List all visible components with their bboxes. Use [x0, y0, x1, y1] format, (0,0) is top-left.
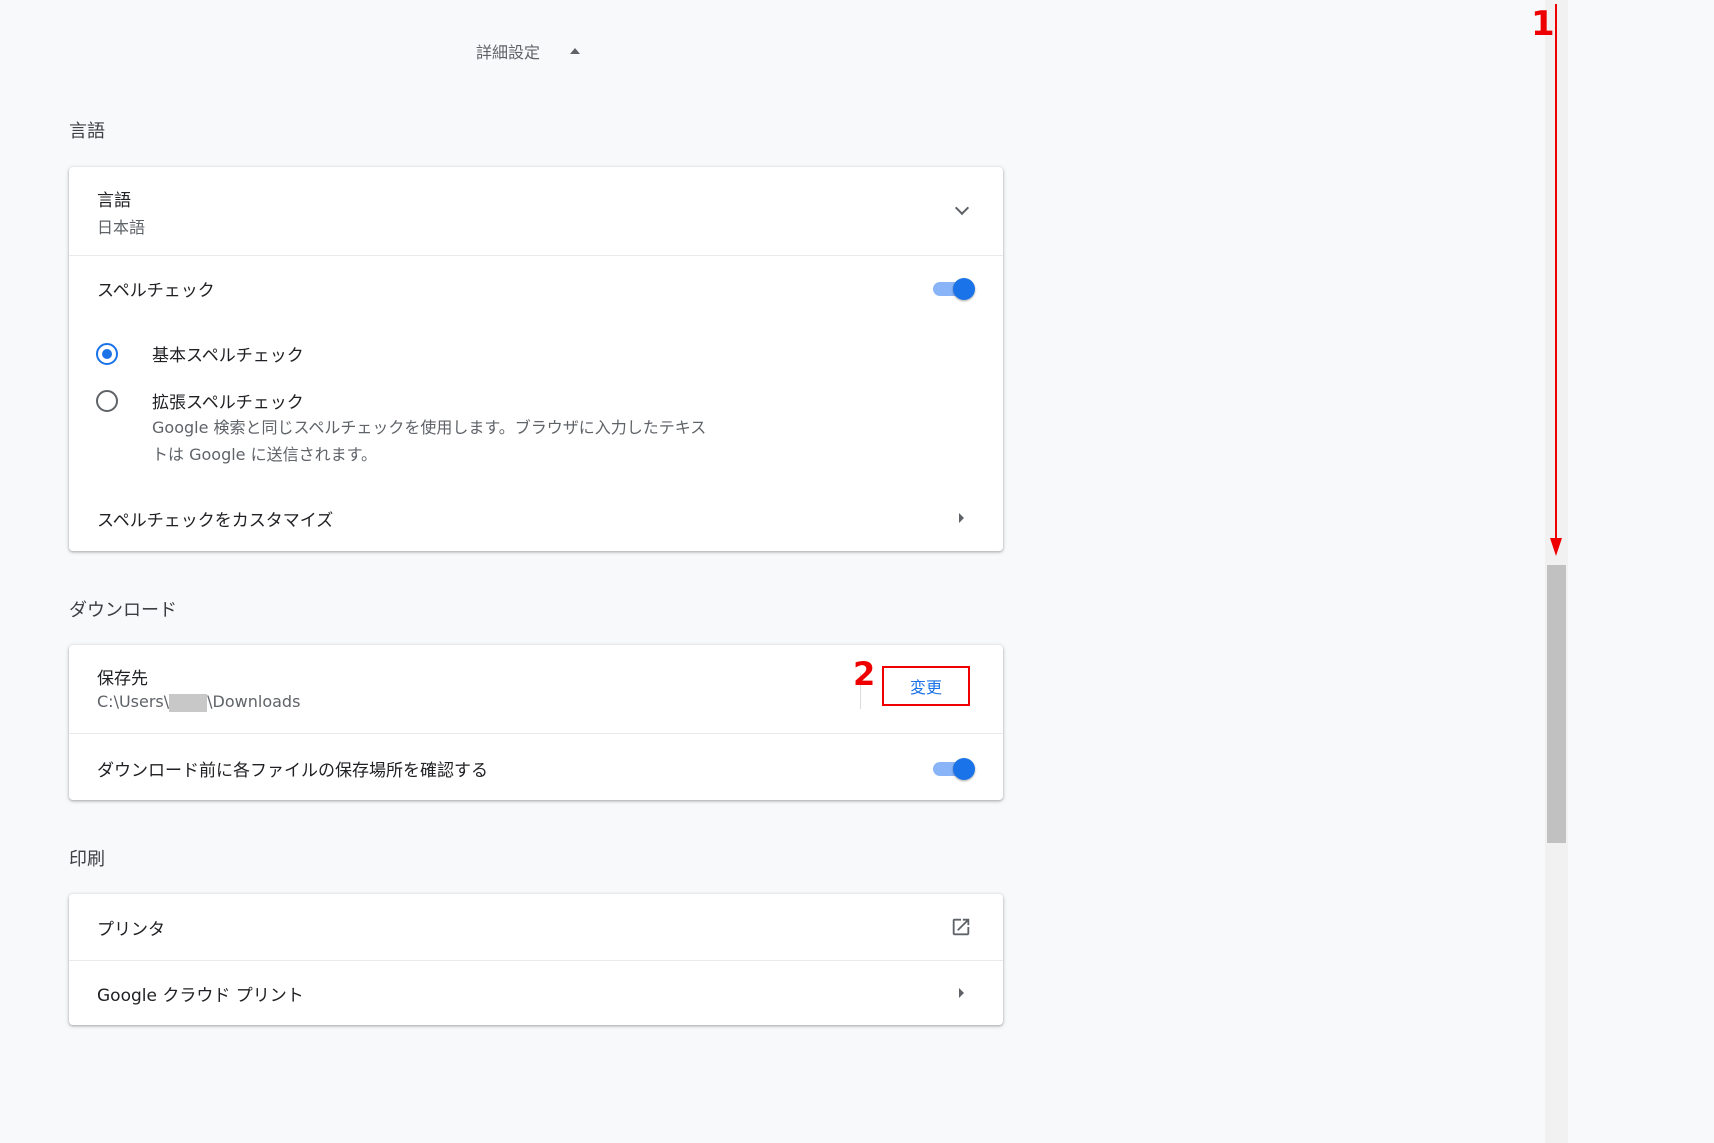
spellcheck-toggle[interactable]	[931, 277, 975, 301]
enhanced-spellcheck-description: Google 検索と同じスペルチェックを使用します。ブラウザに入力したテキス ト…	[152, 414, 792, 468]
advanced-settings-label: 詳細設定	[476, 43, 541, 62]
arrow-right-icon	[959, 988, 964, 998]
cloud-print-label: Google クラウド プリント	[97, 986, 304, 1006]
change-location-button[interactable]: 変更	[882, 666, 970, 706]
language-label: 言語	[97, 191, 131, 211]
language-card: 言語 日本語 スペルチェック 基本スペルチェック 拡張スペルチェック Googl…	[69, 167, 1003, 551]
basic-spellcheck-label: 基本スペルチェック	[152, 346, 304, 366]
customize-spellcheck-label: スペルチェックをカスタマイズ	[97, 511, 334, 531]
printers-label: プリンタ	[97, 920, 165, 940]
section-title-printing: 印刷	[69, 849, 105, 870]
customize-spellcheck-row[interactable]: スペルチェックをカスタマイズ	[69, 485, 1003, 551]
printers-row[interactable]: プリンタ	[69, 894, 1003, 960]
printing-card: プリンタ Google クラウド プリント	[69, 894, 1003, 1025]
ask-location-label: ダウンロード前に各ファイルの保存場所を確認する	[97, 761, 488, 781]
section-title-language: 言語	[69, 121, 105, 142]
language-row[interactable]: 言語 日本語	[69, 167, 1003, 255]
spellcheck-label: スペルチェック	[97, 281, 215, 301]
scrollbar-thumb[interactable]	[1547, 565, 1566, 843]
open-in-new-icon	[952, 918, 970, 936]
enhanced-spellcheck-description-line2: トは Google に送信されます。	[152, 445, 377, 464]
radio-enhanced-spellcheck[interactable]	[96, 390, 118, 412]
redacted-username	[169, 693, 208, 712]
radio-basic-spellcheck[interactable]	[96, 343, 118, 365]
enhanced-spellcheck-description-line1: Google 検索と同じスペルチェックを使用します。ブラウザに入力したテキス	[152, 418, 707, 437]
advanced-settings-toggle[interactable]: 詳細設定	[476, 38, 581, 64]
arrow-right-icon	[959, 513, 964, 523]
ask-location-toggle[interactable]	[931, 757, 975, 781]
download-path-suffix: \Downloads	[207, 692, 301, 711]
section-title-downloads: ダウンロード	[69, 600, 177, 621]
spellcheck-row: スペルチェック	[69, 255, 1003, 322]
enhanced-spellcheck-label: 拡張スペルチェック	[152, 393, 304, 413]
language-value: 日本語	[97, 218, 146, 237]
annotation-arrow-down-icon	[1550, 4, 1562, 556]
cloud-print-row[interactable]: Google クラウド プリント	[69, 960, 1003, 1026]
download-location-label: 保存先	[97, 669, 148, 689]
ask-location-row: ダウンロード前に各ファイルの保存場所を確認する	[69, 733, 1003, 801]
annotation-step-2: 2	[853, 655, 876, 693]
chevron-down-icon	[954, 200, 970, 216]
download-path-prefix: C:\Users\	[97, 692, 170, 711]
download-location-path: C:\Users\ \Downloads	[97, 692, 300, 712]
caret-up-icon	[570, 48, 581, 54]
